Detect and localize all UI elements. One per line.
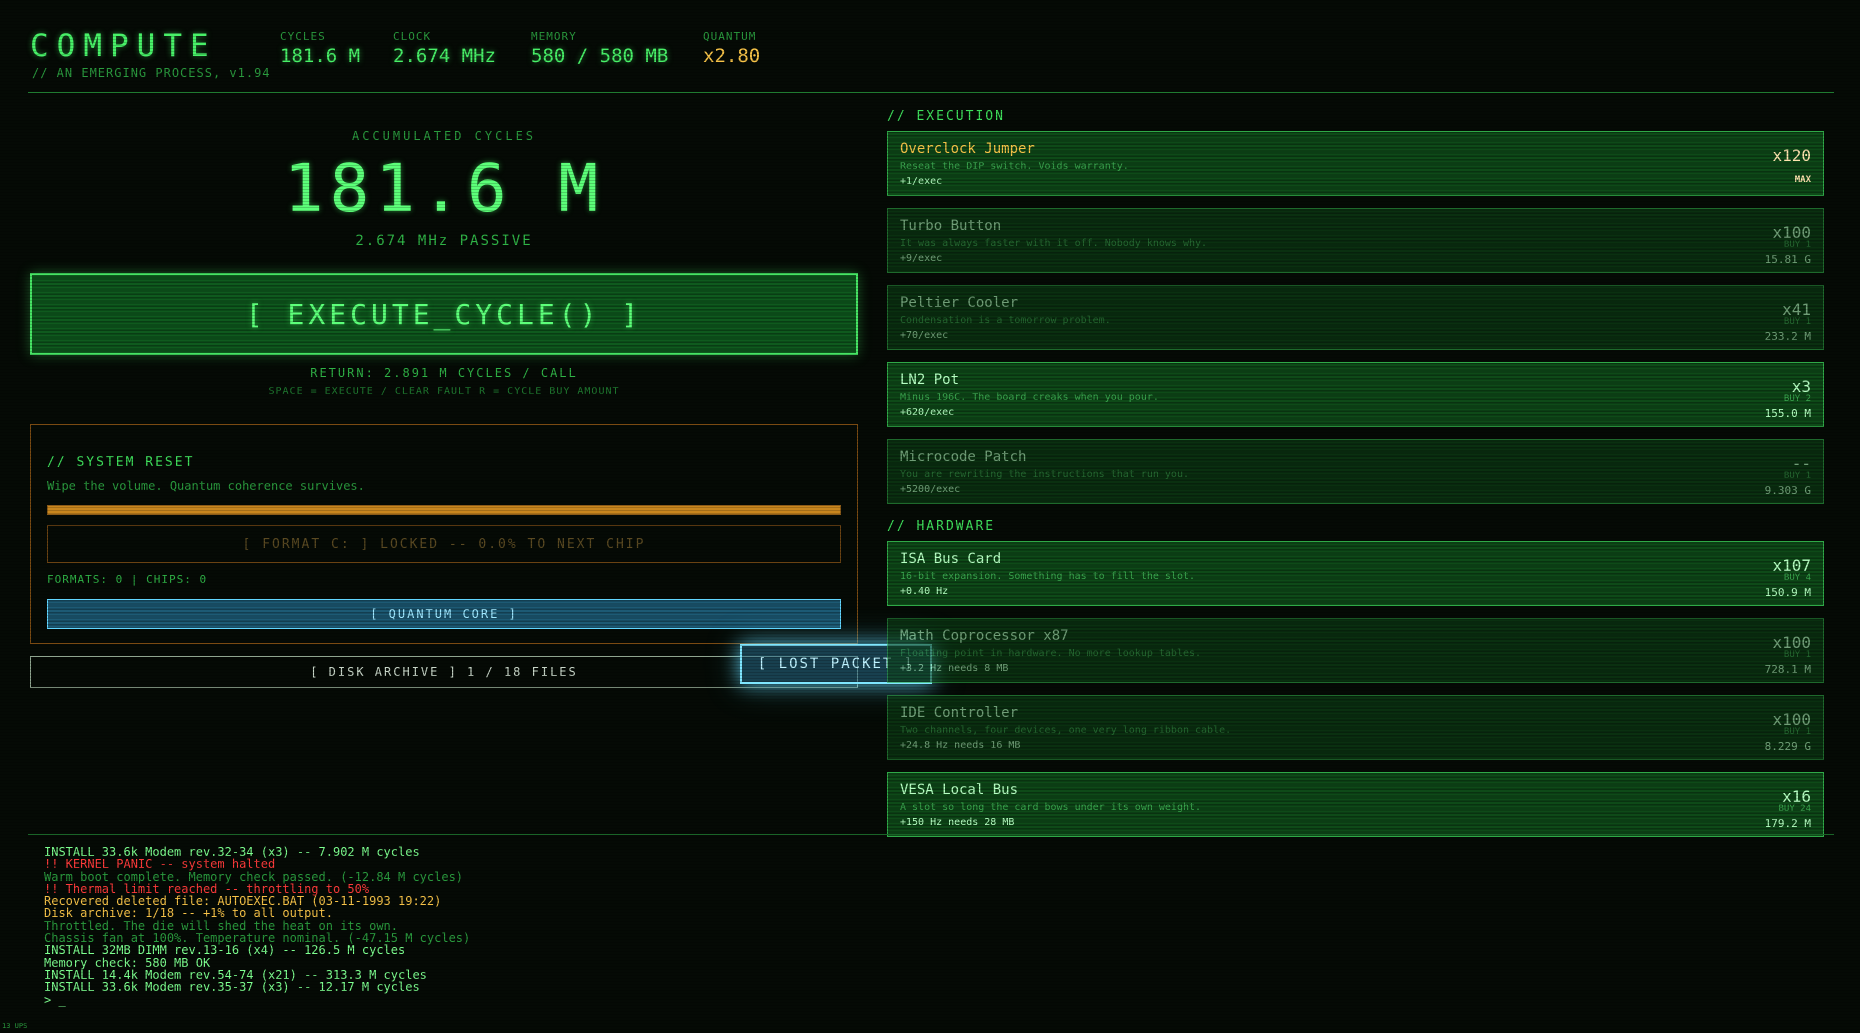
quantum-core-button[interactable]: [ QUANTUM CORE ] bbox=[47, 599, 841, 629]
hardware-description: 16-bit expansion. Something has to fill … bbox=[900, 571, 1196, 582]
upgrade-description: Reseat the DIP switch. Voids warranty. bbox=[900, 161, 1129, 172]
upgrade-cost: 15.81 G bbox=[1764, 253, 1811, 266]
stat-memory: MEMORY 580 / 580 MB bbox=[531, 30, 668, 67]
execution-section-title: // EXECUTION bbox=[887, 109, 1005, 124]
app-subtitle: // AN EMERGING PROCESS, v1.94 bbox=[32, 66, 271, 80]
upgrade-name: Turbo Button bbox=[900, 218, 1002, 234]
hardware-cost: 8.229 G bbox=[1764, 740, 1811, 753]
upgrade-cost: 155.0 M bbox=[1764, 407, 1811, 420]
header-divider bbox=[28, 92, 1834, 93]
accumulated-label: ACCUMULATED CYCLES bbox=[351, 129, 537, 143]
hardware-name: ISA Bus Card bbox=[900, 551, 1002, 567]
disk-archive-button[interactable]: [ DISK ARCHIVE ] 1 / 18 FILES bbox=[30, 656, 858, 688]
hardware-rate: +0.40 Hz bbox=[900, 586, 949, 597]
command-prompt[interactable]: > _ bbox=[44, 993, 1544, 1006]
app-title: COMPUTE bbox=[30, 28, 217, 64]
upgrade-ln2-pot[interactable]: LN2 Pot Minus 196C. The board creaks whe… bbox=[887, 362, 1824, 427]
upgrade-overclock-jumper[interactable]: Overclock Jumper Reseat the DIP switch. … bbox=[887, 131, 1824, 196]
system-reset-title: // SYSTEM RESET bbox=[47, 455, 195, 470]
hardware-isa-bus-card[interactable]: ISA Bus Card 16-bit expansion. Something… bbox=[887, 541, 1824, 606]
system-reset-description: Wipe the volume. Quantum coherence survi… bbox=[47, 479, 365, 493]
log-line: INSTALL 33.6k Modem rev.35-37 (x3) -- 12… bbox=[44, 980, 420, 995]
upgrade-name: LN2 Pot bbox=[900, 372, 960, 388]
upgrade-buy-amount: BUY 1 bbox=[1783, 317, 1811, 327]
upgrade-name: Overclock Jumper bbox=[900, 141, 1035, 157]
hardware-rate: +3.2 Hz needs 8 MB bbox=[900, 663, 1009, 674]
keyboard-hint: SPACE = EXECUTE / CLEAR FAULT R = CYCLE … bbox=[268, 386, 620, 397]
format-c-button[interactable]: [ FORMAT C: ] LOCKED -- 0.0% TO NEXT CHI… bbox=[47, 525, 841, 563]
execution-list: Overclock Jumper Reseat the DIP switch. … bbox=[887, 131, 1824, 516]
hardware-ide-controller[interactable]: IDE Controller Two channels, four device… bbox=[887, 695, 1824, 760]
hardware-rate: +24.8 Hz needs 16 MB bbox=[900, 740, 1021, 751]
stat-label: QUANTUM bbox=[703, 30, 757, 43]
hardware-rate: +150 Hz needs 28 MB bbox=[900, 817, 1015, 828]
stat-label: CLOCK bbox=[393, 30, 432, 43]
upgrade-buy-amount: BUY 1 bbox=[1783, 240, 1811, 250]
upgrade-cost: 9.303 G bbox=[1764, 484, 1811, 497]
upgrade-microcode-patch[interactable]: Microcode Patch You are rewriting the in… bbox=[887, 439, 1824, 504]
upgrade-rate: +9/exec bbox=[900, 253, 943, 264]
upgrade-description: Minus 196C. The board creaks when you po… bbox=[900, 392, 1159, 403]
upgrade-description: It was always faster with it off. Nobody… bbox=[900, 238, 1208, 249]
return-per-call: RETURN: 2.891 M CYCLES / CALL bbox=[310, 366, 578, 380]
upgrade-rate: +5200/exec bbox=[900, 484, 961, 495]
hardware-description: Two channels, four devices, one very lon… bbox=[900, 725, 1232, 736]
hardware-name: VESA Local Bus bbox=[900, 782, 1019, 798]
upgrade-rate: +620/exec bbox=[900, 407, 955, 418]
upgrade-rate: +70/exec bbox=[900, 330, 949, 341]
stat-value: 181.6 M bbox=[280, 45, 361, 67]
accumulated-value: 181.6 M bbox=[283, 150, 605, 227]
upgrade-description: Condensation is a tomorrow problem. bbox=[900, 315, 1111, 326]
hardware-cost: 728.1 M bbox=[1764, 663, 1811, 676]
upgrade-turbo-button[interactable]: Turbo Button It was always faster with i… bbox=[887, 208, 1824, 273]
passive-rate: 2.674 MHz PASSIVE bbox=[355, 233, 533, 249]
format-chip-counts: FORMATS: 0 | CHIPS: 0 bbox=[47, 573, 208, 586]
log-line: INSTALL 32MB DIMM rev.13-16 (x4) -- 126.… bbox=[44, 943, 406, 958]
execute-cycle-button[interactable]: [ EXECUTE_CYCLE() ] bbox=[30, 273, 858, 355]
hardware-buy-amount: BUY 1 bbox=[1783, 650, 1811, 660]
log-divider bbox=[28, 834, 1834, 835]
hardware-math-coprocessor[interactable]: Math Coprocessor x87 Floating point in h… bbox=[887, 618, 1824, 683]
hardware-description: A slot so long the card bows under its o… bbox=[900, 802, 1202, 813]
hardware-buy-amount: BUY 24 bbox=[1778, 804, 1811, 814]
stat-cycles: CYCLES 181.6 M bbox=[280, 30, 360, 67]
upgrade-peltier-cooler[interactable]: Peltier Cooler Condensation is a tomorro… bbox=[887, 285, 1824, 350]
reset-progress-fill bbox=[48, 506, 840, 514]
stat-clock: CLOCK 2.674 MHz bbox=[393, 30, 496, 67]
hardware-buy-amount: BUY 4 bbox=[1783, 573, 1811, 583]
stat-label: CYCLES bbox=[280, 30, 326, 43]
upgrade-description: You are rewriting the instructions that … bbox=[900, 469, 1189, 480]
hardware-vesa-local-bus[interactable]: VESA Local Bus A slot so long the card b… bbox=[887, 772, 1824, 837]
stat-value: 2.674 MHz bbox=[393, 45, 496, 67]
hardware-buy-amount: BUY 1 bbox=[1783, 727, 1811, 737]
hardware-name: IDE Controller bbox=[900, 705, 1019, 721]
upgrade-name: Microcode Patch bbox=[900, 449, 1027, 465]
hardware-section-title: // HARDWARE bbox=[887, 519, 996, 534]
log-line: !! KERNEL PANIC -- system halted bbox=[44, 857, 276, 872]
upgrade-buy-amount: BUY 2 bbox=[1783, 394, 1811, 404]
stat-value: x2.80 bbox=[703, 45, 761, 67]
system-reset-panel: // SYSTEM RESET Wipe the volume. Quantum… bbox=[30, 424, 858, 644]
upgrade-owned-count: x120 bbox=[1772, 146, 1811, 165]
hardware-description: Floating point in hardware. No more look… bbox=[900, 648, 1202, 659]
upgrade-buy-amount: BUY 1 bbox=[1783, 471, 1811, 481]
hardware-cost: 150.9 M bbox=[1764, 586, 1811, 599]
hardware-name: Math Coprocessor x87 bbox=[900, 628, 1069, 644]
reset-progress-bar bbox=[47, 505, 841, 515]
hardware-cost: 179.2 M bbox=[1764, 817, 1811, 830]
stat-label: MEMORY bbox=[531, 30, 577, 43]
event-log: INSTALL 33.6k Modem rev.32-34 (x3) -- 7.… bbox=[44, 846, 1544, 1006]
upgrade-buy-amount: MAX bbox=[1794, 175, 1811, 185]
fps-counter: 13 UPS bbox=[2, 1022, 28, 1030]
upgrade-rate: +1/exec bbox=[900, 176, 943, 187]
top-bar: COMPUTE // AN EMERGING PROCESS, v1.94 CY… bbox=[30, 26, 1830, 92]
upgrade-name: Peltier Cooler bbox=[900, 295, 1019, 311]
stat-quantum: QUANTUM x2.80 bbox=[703, 30, 760, 67]
upgrade-cost: 233.2 M bbox=[1764, 330, 1811, 343]
log-line: Disk archive: 1/18 -- +1% to all output. bbox=[44, 906, 333, 921]
stat-value: 580 / 580 MB bbox=[531, 45, 669, 67]
